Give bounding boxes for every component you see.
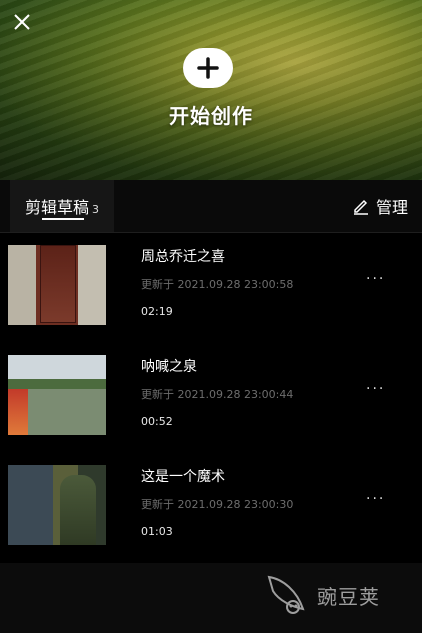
draft-title: 周总乔迁之喜	[141, 249, 225, 265]
draft-thumbnail[interactable]	[8, 245, 106, 325]
start-create-button[interactable]	[183, 48, 233, 88]
drafts-list: 周总乔迁之喜 更新于 2021.09.28 23:00:58 02:19 ···…	[0, 233, 422, 563]
close-icon[interactable]	[8, 8, 36, 36]
start-create-label[interactable]: 开始创作	[0, 100, 422, 129]
draft-duration: 02:19	[141, 305, 173, 318]
draft-thumbnail[interactable]	[8, 465, 106, 545]
wandoujia-logo	[267, 575, 305, 614]
drafts-tabbar: 剪辑草稿 3 管理	[0, 180, 422, 233]
draft-updated-time: 更新于 2021.09.28 23:00:44	[141, 388, 294, 401]
draft-duration: 00:52	[141, 415, 173, 428]
draft-item[interactable]: 周总乔迁之喜 更新于 2021.09.28 23:00:58 02:19 ···	[0, 233, 422, 333]
draft-title: 这是一个魔术	[141, 469, 225, 485]
more-icon[interactable]: ···	[366, 491, 394, 511]
tab-drafts[interactable]: 剪辑草稿 3	[10, 180, 114, 232]
hero-banner[interactable]: 开始创作	[0, 0, 422, 180]
more-icon[interactable]: ···	[366, 381, 394, 401]
more-icon[interactable]: ···	[366, 271, 394, 291]
manage-label: 管理	[375, 198, 408, 217]
manage-button[interactable]: 管理	[352, 180, 408, 232]
draft-item[interactable]: 呐喊之泉 更新于 2021.09.28 23:00:44 00:52 ···	[0, 343, 422, 443]
draft-title: 呐喊之泉	[141, 359, 197, 375]
pencil-icon	[353, 199, 368, 215]
watermark: 豌豆荚	[263, 565, 413, 625]
tab-drafts-count: 3	[92, 202, 99, 216]
plus-icon	[197, 57, 219, 79]
draft-updated-time: 更新于 2021.09.28 23:00:30	[141, 498, 294, 511]
draft-updated-time: 更新于 2021.09.28 23:00:58	[141, 278, 294, 291]
draft-duration: 01:03	[141, 525, 173, 538]
draft-item[interactable]: 这是一个魔术 更新于 2021.09.28 23:00:30 01:03 ···	[0, 453, 422, 553]
tab-active-indicator	[42, 218, 84, 220]
watermark-text: 豌豆荚	[317, 584, 380, 609]
tab-drafts-label: 剪辑草稿	[24, 198, 89, 217]
draft-thumbnail[interactable]	[8, 355, 106, 435]
